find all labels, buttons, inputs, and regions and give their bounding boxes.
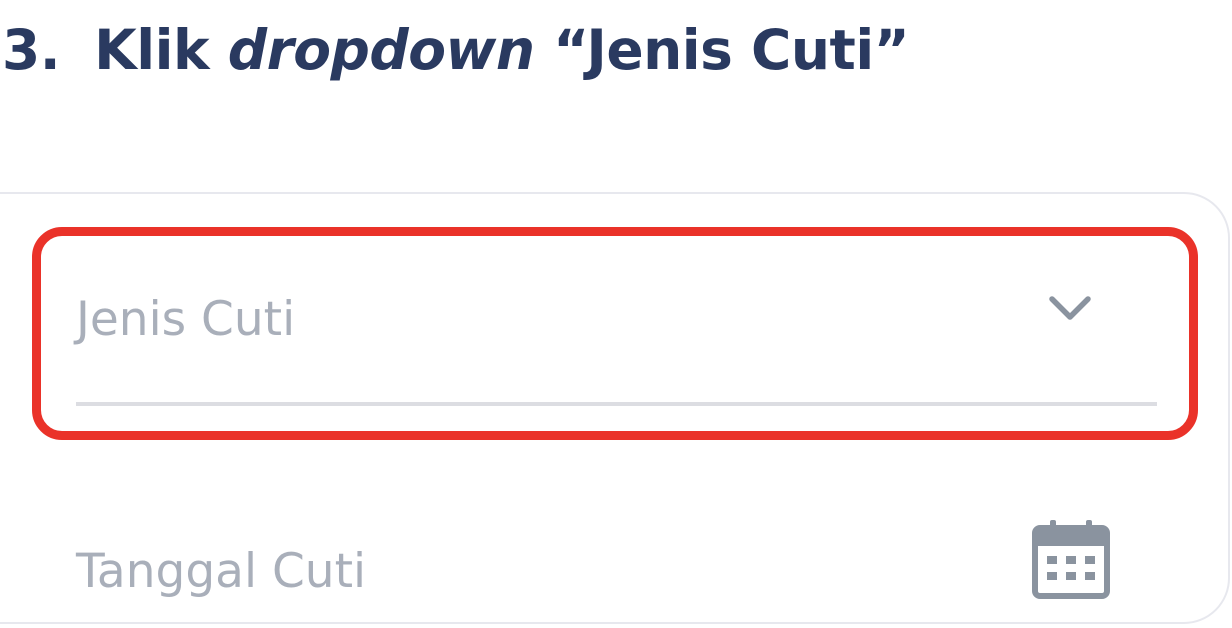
step-emphasis: dropdown: [227, 18, 535, 82]
step-number: 3.: [2, 18, 61, 82]
step-target: “Jenis Cuti”: [553, 18, 910, 82]
step-instruction-title: 3. Klik dropdown “Jenis Cuti”: [2, 10, 910, 90]
leave-date-placeholder: Tanggal Cuti: [76, 544, 367, 599]
instruction-screenshot: 3. Klik dropdown “Jenis Cuti” Jenis Cuti …: [0, 0, 1232, 628]
highlight-frame: [32, 227, 1198, 440]
calendar-icon[interactable]: [1032, 520, 1110, 600]
step-prefix: Klik: [94, 18, 210, 82]
